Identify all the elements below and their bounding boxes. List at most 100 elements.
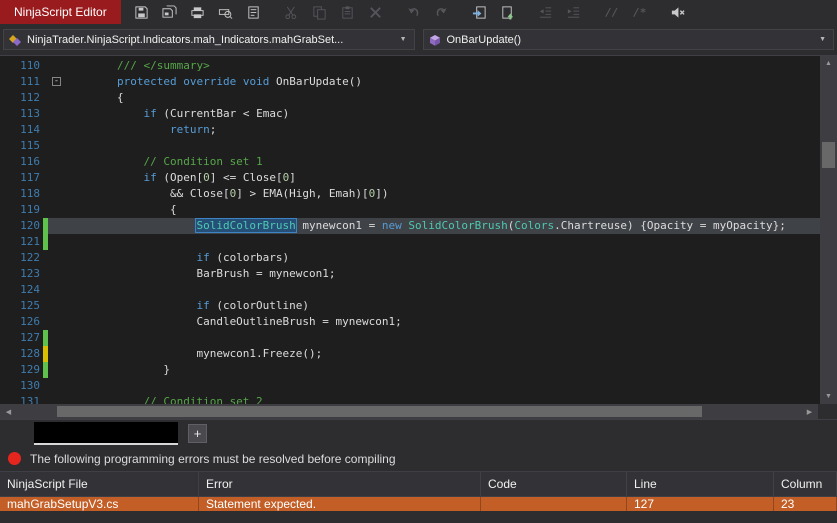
vertical-scrollbar[interactable]: ▲ ▼ (820, 56, 837, 404)
line-number[interactable]: 110 (0, 58, 40, 74)
code-line[interactable]: 129 } (0, 362, 820, 378)
code-line[interactable]: 115 (0, 138, 820, 154)
horizontal-scrollbar-thumb[interactable] (57, 406, 702, 417)
line-number[interactable]: 113 (0, 106, 40, 122)
code-token: return (169, 123, 210, 136)
code-line[interactable]: 118 && Close[0] > EMA(High, Emah)[0]) (0, 186, 820, 202)
code-line[interactable]: 121 (0, 234, 820, 250)
fold-collapse-icon[interactable]: - (48, 74, 64, 90)
line-number[interactable]: 115 (0, 138, 40, 154)
column-header-column[interactable]: Column (774, 472, 837, 496)
line-number[interactable]: 112 (0, 90, 40, 106)
line-number[interactable]: 117 (0, 170, 40, 186)
code-line[interactable]: 119 { (0, 202, 820, 218)
line-number[interactable]: 122 (0, 250, 40, 266)
code-token: if (143, 171, 157, 184)
line-number[interactable]: 129 (0, 362, 40, 378)
code-line[interactable]: 122 if (colorbars) (0, 250, 820, 266)
column-header-error[interactable]: Error (199, 472, 481, 496)
line-number[interactable]: 126 (0, 314, 40, 330)
line-number[interactable]: 128 (0, 346, 40, 362)
line-number[interactable]: 125 (0, 298, 40, 314)
type-dropdown[interactable]: NinjaTrader.NinjaScript.Indicators.mah_I… (3, 29, 415, 50)
code-text: CandleOutlineBrush = mynewcon1; (64, 314, 820, 330)
code-line[interactable]: 112 { (0, 90, 820, 106)
add-tab-button[interactable]: + (188, 423, 207, 443)
undo-icon[interactable] (401, 2, 427, 23)
print-preview-icon[interactable] (213, 2, 239, 23)
line-number[interactable]: 118 (0, 186, 40, 202)
uncomment-icon[interactable]: /* (627, 2, 653, 23)
line-number[interactable]: 127 (0, 330, 40, 346)
code-token: } (64, 363, 170, 376)
save-icon[interactable] (129, 2, 155, 23)
save-all-icon[interactable] (157, 2, 183, 23)
template-icon[interactable] (241, 2, 267, 23)
navigation-bar: NinjaTrader.NinjaScript.Indicators.mah_I… (0, 24, 837, 55)
copy-icon[interactable] (307, 2, 333, 23)
code-line[interactable]: 123 BarBrush = mynewcon1; (0, 266, 820, 282)
scroll-down-arrow-icon[interactable]: ▼ (820, 389, 837, 404)
indent-icon[interactable] (561, 2, 587, 23)
code-line[interactable]: 127 (0, 330, 820, 346)
error-cell-error: Statement expected. (199, 497, 481, 511)
error-row[interactable]: mahGrabSetupV3.cs Statement expected. 127 2… (0, 497, 837, 511)
delete-icon[interactable] (363, 2, 389, 23)
code-token: override (183, 75, 237, 88)
line-number[interactable]: 131 (0, 394, 40, 404)
code-line[interactable]: 124 (0, 282, 820, 298)
code-line[interactable]: 117 if (Open[0] <= Close[0] (0, 170, 820, 186)
mute-icon[interactable] (665, 2, 691, 23)
code-line[interactable]: 113 if (CurrentBar < Emac) (0, 106, 820, 122)
line-number[interactable]: 116 (0, 154, 40, 170)
line-number[interactable]: 111 (0, 74, 40, 90)
line-number[interactable]: 119 (0, 202, 40, 218)
code-token: (CurrentBar < Emac) (156, 107, 290, 120)
paste-icon[interactable] (335, 2, 361, 23)
line-number[interactable]: 130 (0, 378, 40, 394)
code-line[interactable]: 114 return; (0, 122, 820, 138)
code-token: ] (289, 171, 296, 184)
print-icon[interactable] (185, 2, 211, 23)
line-number[interactable]: 123 (0, 266, 40, 282)
scroll-up-arrow-icon[interactable]: ▲ (820, 56, 837, 71)
code-line[interactable]: 116 // Condition set 1 (0, 154, 820, 170)
code-editor[interactable]: 110 /// </summary> 111- protected overrid… (0, 55, 837, 404)
member-dropdown[interactable]: OnBarUpdate() ▼ (422, 29, 834, 50)
horizontal-scrollbar[interactable]: ◀ ▶ (0, 404, 837, 419)
file-tab[interactable] (34, 421, 178, 445)
redo-icon[interactable] (429, 2, 455, 23)
column-header-ninjascript-file[interactable]: NinjaScript File (0, 472, 199, 496)
compile-icon[interactable] (495, 2, 521, 23)
scroll-right-arrow-icon[interactable]: ▶ (801, 404, 818, 419)
code-line[interactable]: 126 CandleOutlineBrush = mynewcon1; (0, 314, 820, 330)
code-line[interactable]: 110 /// </summary> (0, 58, 820, 74)
code-text: BarBrush = mynewcon1; (64, 266, 820, 282)
code-text: if (colorOutline) (64, 298, 820, 314)
code-line[interactable]: 128 mynewcon1.Freeze(); (0, 346, 820, 362)
code-line[interactable]: 111- protected override void OnBarUpdate… (0, 74, 820, 90)
line-number[interactable]: 121 (0, 234, 40, 250)
line-number[interactable]: 120 (0, 218, 40, 234)
cut-icon[interactable] (279, 2, 305, 23)
outdent-icon[interactable] (533, 2, 559, 23)
column-header-line[interactable]: Line (627, 472, 774, 496)
line-number[interactable]: 124 (0, 282, 40, 298)
code-line[interactable]: 131 // Condition set 2 (0, 394, 820, 404)
column-header-code[interactable]: Code (481, 472, 627, 496)
editor-lines: 110 /// </summary> 111- protected overrid… (0, 58, 820, 404)
code-line[interactable]: 120 SolidColorBrush mynewcon1 = new Soli… (0, 218, 820, 234)
line-number[interactable]: 114 (0, 122, 40, 138)
scroll-left-arrow-icon[interactable]: ◀ (0, 404, 17, 419)
goto-definition-icon[interactable] (467, 2, 493, 23)
comment-icon[interactable]: // (599, 2, 625, 23)
code-line[interactable]: 125 if (colorOutline) (0, 298, 820, 314)
horizontal-scrollbar-track[interactable] (17, 404, 801, 419)
selected-word[interactable]: SolidColorBrush (196, 219, 296, 232)
vertical-scrollbar-thumb[interactable] (822, 142, 835, 168)
code-line[interactable]: 130 (0, 378, 820, 394)
